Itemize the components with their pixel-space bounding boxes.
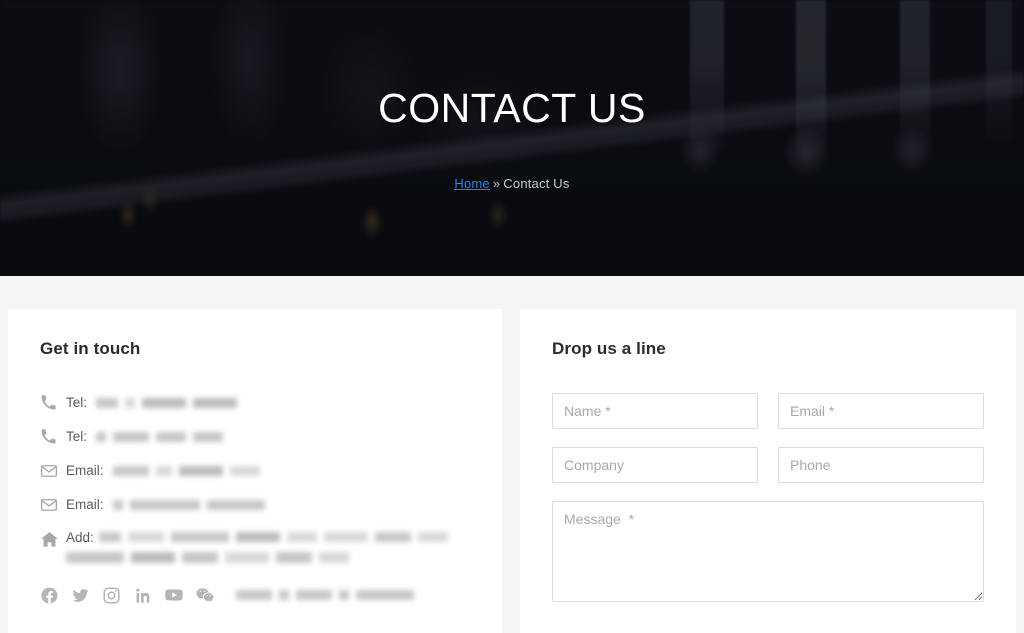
redacted-text: [112, 465, 149, 476]
form-row-name-email: [552, 393, 985, 429]
contact-label: Email:: [66, 463, 104, 478]
message-textarea[interactable]: [552, 501, 984, 602]
social-links: [40, 585, 470, 605]
contact-row-tel-1: Tel:: [40, 393, 470, 412]
contact-value-address: Add:: [66, 529, 470, 563]
redacted-text: [193, 431, 224, 442]
redacted-text: [339, 590, 349, 600]
redacted-text: [276, 552, 312, 563]
redacted-text: [279, 590, 289, 600]
contact-value-tel-2: Tel:: [66, 427, 470, 446]
social-trailing-redacted: [236, 590, 421, 600]
redacted-text: [112, 499, 123, 510]
contact-row-email-1: Email:: [40, 461, 470, 480]
facebook-icon[interactable]: [40, 586, 71, 605]
phone-icon: [40, 427, 66, 445]
instagram-icon[interactable]: [102, 586, 133, 605]
envelope-icon: [40, 461, 66, 480]
redacted-text: [374, 532, 411, 542]
redacted-text: [178, 465, 223, 476]
redacted-text: [129, 499, 200, 510]
breadcrumb-separator: »: [492, 176, 501, 191]
contact-card-title: Get in touch: [40, 339, 141, 358]
contact-row-address: Add:: [40, 529, 470, 563]
redacted-text: [182, 552, 218, 563]
redacted-text: [96, 431, 107, 442]
contact-value-email-2: Email:: [66, 495, 470, 514]
contact-label: Email:: [66, 497, 104, 512]
redacted-text: [96, 397, 119, 408]
phone-icon: [40, 393, 66, 411]
wechat-icon[interactable]: [195, 585, 226, 605]
redacted-text: [356, 590, 414, 600]
redacted-text: [417, 532, 448, 542]
content-cards: Get in touch Tel: Tel: Email: Email: Add…: [0, 276, 1024, 633]
envelope-icon: [40, 495, 66, 514]
redacted-text: [229, 465, 260, 476]
name-input[interactable]: [552, 393, 759, 429]
redacted-text: [98, 532, 121, 542]
form-row-company-phone: [552, 447, 985, 483]
hero-content: CONTACT US Home» Contact Us: [0, 0, 1024, 276]
contact-form-card: Drop us a line: [520, 309, 1016, 633]
redacted-text: [323, 532, 368, 542]
redacted-text: [125, 397, 136, 408]
contact-value-email-1: Email:: [66, 461, 470, 480]
redacted-text: [206, 499, 265, 510]
youtube-icon[interactable]: [164, 585, 195, 605]
breadcrumb-link-home[interactable]: Home: [454, 176, 489, 191]
contact-info-card: Get in touch Tel: Tel: Email: Email: Add…: [8, 309, 503, 633]
redacted-text: [127, 532, 164, 542]
form-card-title: Drop us a line: [552, 339, 666, 358]
page-title: CONTACT US: [378, 85, 646, 131]
email-input[interactable]: [778, 393, 985, 429]
redacted-text: [193, 397, 238, 408]
redacted-text: [142, 397, 187, 408]
twitter-icon[interactable]: [71, 586, 102, 605]
redacted-text: [286, 532, 317, 542]
phone-input[interactable]: [778, 447, 985, 483]
redacted-text: [319, 552, 349, 563]
company-input[interactable]: [552, 447, 759, 483]
contact-row-email-2: Email:: [40, 495, 470, 514]
redacted-text: [235, 532, 280, 542]
redacted-text: [155, 465, 172, 476]
contact-value-tel-1: Tel:: [66, 393, 470, 412]
linkedin-icon[interactable]: [133, 586, 164, 605]
home-icon: [40, 529, 66, 549]
redacted-text: [170, 532, 229, 542]
contact-label: Add:: [66, 530, 94, 545]
redacted-text: [66, 552, 124, 563]
breadcrumb-current: Contact Us: [503, 176, 570, 191]
contact-label: Tel:: [66, 395, 88, 410]
redacted-text: [296, 590, 332, 600]
redacted-text: [225, 552, 269, 563]
redacted-text: [113, 431, 150, 442]
redacted-text: [131, 552, 175, 563]
contact-row-tel-2: Tel:: [40, 427, 470, 446]
hero-banner: CONTACT US Home» Contact Us: [0, 0, 1024, 276]
redacted-text: [236, 590, 272, 600]
breadcrumb: Home» Contact Us: [454, 176, 569, 191]
redacted-text: [156, 431, 187, 442]
contact-label: Tel:: [66, 429, 88, 444]
